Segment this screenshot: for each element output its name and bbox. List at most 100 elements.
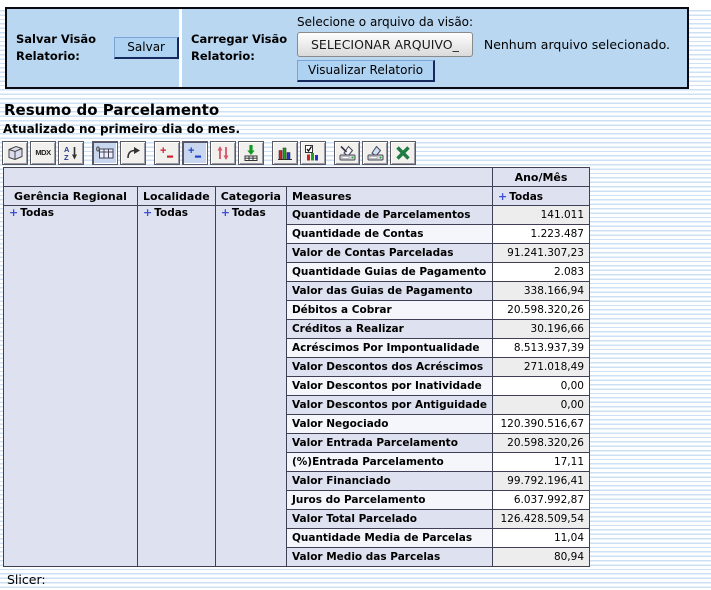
print-config-icon <box>338 144 357 162</box>
dimension-member-categoria[interactable]: +Todas <box>215 206 286 567</box>
dimension-member-gerencia-regional[interactable]: +Todas <box>4 206 138 567</box>
chart-icon <box>276 144 294 162</box>
expand-icon[interactable]: + <box>221 206 230 219</box>
drill-position-button[interactable]: + <box>182 141 208 165</box>
drill-replace-button[interactable] <box>210 141 236 165</box>
suppress-empty-icon: 0 <box>95 144 115 162</box>
measure-value-cell: 1.223.487 <box>493 225 590 244</box>
column-header-localidade: Localidade <box>138 187 216 206</box>
cube-icon <box>6 144 25 162</box>
view-report-button[interactable]: Visualizar Relatorio <box>297 60 435 82</box>
olap-navigator-button[interactable] <box>2 141 28 165</box>
save-button[interactable]: Salvar <box>114 37 179 59</box>
select-file-button[interactable]: SELECIONAR ARQUIVO_ <box>297 32 473 57</box>
measure-value-cell: 0,00 <box>493 396 590 415</box>
measure-value-cell: 2.083 <box>493 263 590 282</box>
dimension-header-row: Gerência Regional Localidade Categoria M… <box>4 187 590 206</box>
member-label: Todas <box>509 191 543 203</box>
measure-value-cell: 99.792.196,41 <box>493 472 590 491</box>
measure-name-cell: Valor Total Parcelado <box>286 510 492 529</box>
expand-icon[interactable]: + <box>498 190 507 203</box>
measure-value-cell: 80,94 <box>493 548 590 567</box>
pivot-toolbar: MDX AZ 0 + + <box>2 140 711 165</box>
load-view-label: Carregar Visão Relatorio: <box>191 31 291 64</box>
measure-value-cell: 20.598.320,26 <box>493 301 590 320</box>
print-config-button[interactable] <box>334 141 360 165</box>
measure-value-cell: 30.196,66 <box>493 320 590 339</box>
measure-name-cell: Valor de Contas Parceladas <box>286 244 492 263</box>
svg-text:+: + <box>188 145 194 157</box>
drill-position-icon: + <box>186 144 204 162</box>
measure-name-cell: Juros do Parcelamento <box>286 491 492 510</box>
member-label: Todas <box>232 207 266 219</box>
drill-member-button[interactable]: + <box>154 141 180 165</box>
report-controls-panel: Salvar Visão Relatorio: Salvar Carregar … <box>5 7 689 89</box>
drill-member-icon: + <box>158 144 176 162</box>
sort-settings-button[interactable]: AZ <box>58 141 84 165</box>
measure-name-cell: Créditos a Realizar <box>286 320 492 339</box>
mdx-editor-button[interactable]: MDX <box>30 141 56 165</box>
swap-axes-button[interactable] <box>120 141 146 165</box>
measure-name-cell: Valor Negociado <box>286 415 492 434</box>
measure-name-cell: Valor Descontos dos Acréscimos <box>286 358 492 377</box>
measure-value-cell: 120.390.516,67 <box>493 415 590 434</box>
expand-icon[interactable]: + <box>9 206 18 219</box>
page-subtitle: Atualizado no primeiro dia do mes. <box>3 122 711 136</box>
axis-header-row: Ano/Mês <box>4 168 590 187</box>
drill-through-button[interactable] <box>238 141 264 165</box>
measure-value-cell: 126.428.509,54 <box>493 510 590 529</box>
file-status-text: Nenhum arquivo selecionado. <box>484 37 670 52</box>
measure-name-cell: Valor Medio das Parcelas <box>286 548 492 567</box>
measure-value-cell: 271.018,49 <box>493 358 590 377</box>
pivot-table: Ano/Mês Gerência Regional Localidade Cat… <box>3 167 590 567</box>
drill-through-icon <box>242 144 260 162</box>
measure-name-cell: Acréscimos Por Impontualidade <box>286 339 492 358</box>
column-axis-header: Ano/Mês <box>493 168 590 187</box>
measure-name-cell: Quantidade de Parcelamentos <box>286 206 492 225</box>
column-header-gerencia-regional: Gerência Regional <box>4 187 138 206</box>
save-view-section: Salvar Visão Relatorio: Salvar <box>7 9 179 87</box>
print-icon <box>366 144 385 162</box>
swap-axes-icon <box>124 144 142 162</box>
corner-cell <box>4 168 493 187</box>
chart-config-icon <box>304 144 322 162</box>
chart-config-button[interactable] <box>300 141 326 165</box>
mdx-icon: MDX <box>35 148 50 157</box>
measure-name-cell: (%)Entrada Parcelamento <box>286 453 492 472</box>
measure-name-cell: Débitos a Cobrar <box>286 301 492 320</box>
measure-name-cell: Valor das Guias de Pagamento <box>286 282 492 301</box>
measure-name-cell: Valor Descontos por Inatividade <box>286 377 492 396</box>
load-view-controls: Selecione o arquivo da visão: SELECIONAR… <box>297 15 670 82</box>
file-prompt-label: Selecione o arquivo da visão: <box>297 15 473 29</box>
measure-value-cell: 0,00 <box>493 377 590 396</box>
measure-value-cell: 91.241.307,23 <box>493 244 590 263</box>
drill-replace-icon <box>214 144 232 162</box>
dimension-member-localidade[interactable]: +Todas <box>138 206 216 567</box>
suppress-empty-cells-button[interactable]: 0 <box>92 141 118 165</box>
expand-icon[interactable]: + <box>143 206 152 219</box>
page-background: Salvar Visão Relatorio: Salvar Carregar … <box>0 7 711 590</box>
measure-value-cell: 6.037.992,87 <box>493 491 590 510</box>
file-input-row: SELECIONAR ARQUIVO_ Nenhum arquivo selec… <box>297 32 670 57</box>
member-label: Todas <box>20 207 54 219</box>
measure-value-cell: 11,04 <box>493 529 590 548</box>
load-view-section: Carregar Visão Relatorio: Selecione o ar… <box>182 9 687 87</box>
export-excel-button[interactable] <box>390 141 416 165</box>
page-title: Resumo do Parcelamento <box>4 101 711 119</box>
save-view-label: Salvar Visão Relatorio: <box>16 31 100 64</box>
column-header-categoria: Categoria <box>215 187 286 206</box>
measure-value-cell: 20.598.320,26 <box>493 434 590 453</box>
measure-name-cell: Quantidade Media de Parcelas <box>286 529 492 548</box>
measure-value-cell: 17,11 <box>493 453 590 472</box>
sort-icon: AZ <box>62 144 80 162</box>
show-chart-button[interactable] <box>272 141 298 165</box>
column-header-measures: Measures <box>286 187 492 206</box>
measure-value-cell: 8.513.937,39 <box>493 339 590 358</box>
measure-name-cell: Quantidade de Contas <box>286 225 492 244</box>
measure-name-cell: Valor Entrada Parcelamento <box>286 434 492 453</box>
svg-text:Z: Z <box>64 153 69 162</box>
print-pdf-button[interactable] <box>362 141 388 165</box>
measure-value-cell: 338.166,94 <box>493 282 590 301</box>
slicer-label: Slicer: <box>7 572 711 587</box>
column-member-cell[interactable]: +Todas <box>493 187 590 206</box>
